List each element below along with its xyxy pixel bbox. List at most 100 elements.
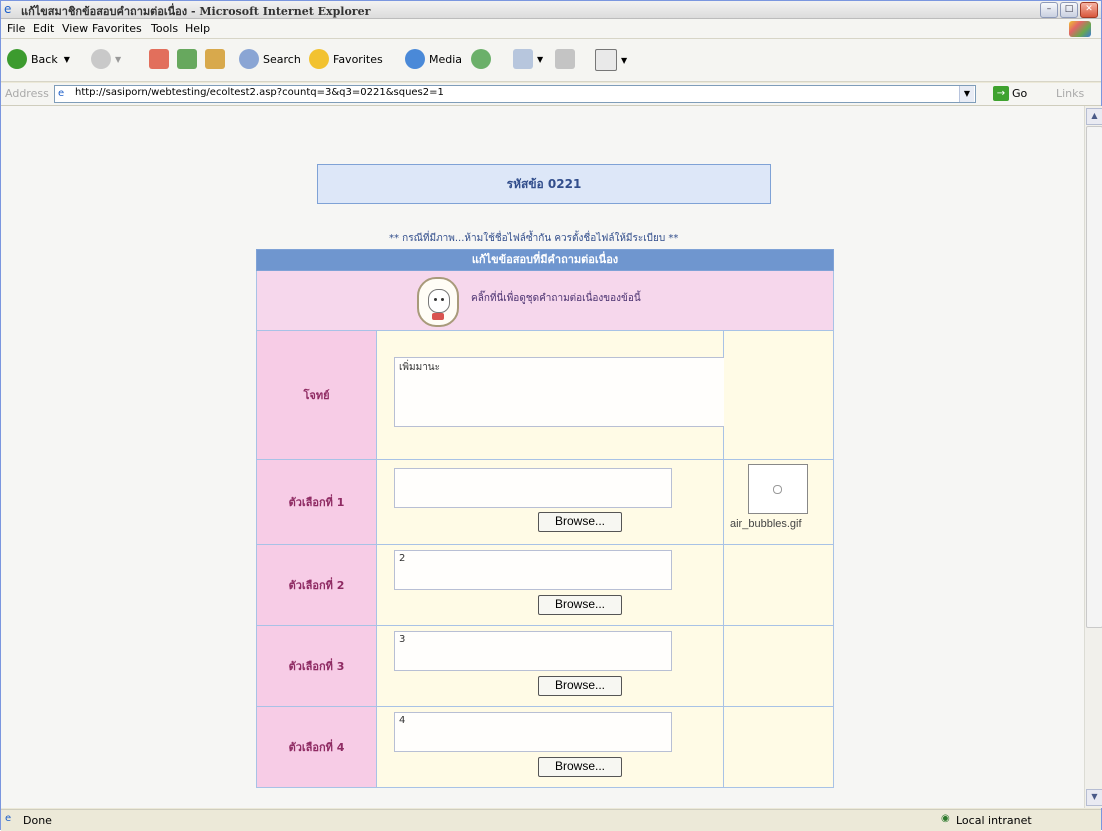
filename-note: ** กรณีที่มีภาพ...ห้ามใช้ชื่อไฟล์ซ้ำกัน … [389, 233, 679, 244]
standard-toolbar: Back ▼ ▼ Search Favorites Media ▼ ▼ [1, 39, 1101, 82]
mail-icon [513, 49, 533, 69]
status-text: Done [23, 814, 52, 827]
mail-dropdown-icon[interactable]: ▼ [537, 55, 543, 64]
choice-4-cell: 4 Browse... [377, 707, 724, 787]
zone-text: Local intranet [956, 814, 1032, 827]
refresh-button[interactable] [177, 49, 201, 69]
back-dropdown-icon[interactable]: ▼ [64, 55, 70, 64]
home-button[interactable] [205, 49, 229, 69]
window-controls: – □ ✕ [1040, 2, 1098, 18]
bubble-icon [773, 485, 782, 494]
media-button[interactable]: Media [405, 49, 462, 69]
scroll-down-icon[interactable]: ▼ [1086, 789, 1102, 806]
back-label: Back [31, 52, 58, 66]
print-button[interactable] [555, 49, 579, 69]
address-bar: Address e http://sasiporn/webtesting/eco… [1, 83, 1101, 106]
back-arrow-icon [7, 49, 27, 69]
forward-arrow-icon [91, 49, 111, 69]
forward-button[interactable]: ▼ [91, 49, 121, 69]
image-thumbnail [748, 464, 808, 514]
sheep-eye-left [434, 298, 437, 301]
choice-4-label: ตัวเลือกที่ 4 [257, 707, 377, 787]
scroll-up-icon[interactable]: ▲ [1086, 108, 1102, 125]
choice-4-image-cell [724, 707, 833, 787]
mail-button[interactable]: ▼ [513, 49, 543, 69]
choice-2-image-cell [724, 545, 833, 625]
search-icon [239, 49, 259, 69]
go-label: Go [1012, 87, 1028, 100]
search-button[interactable]: Search [239, 49, 301, 69]
scroll-thumb[interactable] [1086, 126, 1102, 628]
choice-row-1: ตัวเลือกที่ 1 Browse... air_bubbles.gif [256, 460, 834, 545]
menu-view[interactable]: View [62, 22, 88, 35]
address-label: Address [5, 87, 49, 100]
word-button[interactable]: ▼ [595, 49, 627, 71]
minimize-button[interactable]: – [1040, 2, 1058, 18]
title-bar: e แก้ไขสมาชิกข้อสอบคำถามต่อเนื่อง - Micr… [1, 1, 1101, 19]
menu-edit[interactable]: Edit [33, 22, 54, 35]
word-dropdown-icon[interactable]: ▼ [621, 56, 627, 65]
media-label: Media [429, 52, 463, 66]
choice-1-image-cell: air_bubbles.gif [724, 460, 833, 544]
close-button[interactable]: ✕ [1080, 2, 1098, 18]
stop-button[interactable] [149, 49, 173, 69]
favorites-star-icon [309, 49, 329, 69]
links-button[interactable]: Links [1056, 87, 1084, 100]
stop-icon [149, 49, 169, 69]
window-title: แก้ไขสมาชิกข้อสอบคำถามต่อเนื่อง - Micros… [21, 5, 371, 18]
choice-4-browse-button[interactable]: Browse... [538, 757, 622, 777]
question-code-title: รหัสข้อ 0221 [506, 177, 582, 191]
choice-1-textarea[interactable] [394, 468, 672, 508]
forward-dropdown-icon[interactable]: ▼ [115, 55, 121, 64]
favorites-button[interactable]: Favorites [309, 49, 383, 69]
menu-tools[interactable]: Tools [151, 22, 178, 35]
form-header: แก้ไขข้อสอบที่มีคำถามต่อเนื่อง [256, 249, 834, 271]
intranet-zone-icon: ◉ [941, 813, 950, 824]
choice-4-textarea[interactable]: 4 [394, 712, 672, 752]
choice-3-label: ตัวเลือกที่ 3 [257, 626, 377, 706]
menu-file[interactable]: File [7, 22, 25, 35]
choice-2-textarea[interactable]: 2 [394, 550, 672, 590]
choice-row-4: ตัวเลือกที่ 4 4 Browse... [256, 707, 834, 788]
question-cell: เพิ่มมานะ [377, 331, 735, 459]
menu-help[interactable]: Help [185, 22, 210, 35]
favorites-label: Favorites [333, 52, 383, 66]
view-continuous-questions-link[interactable]: คลิ๊กที่นี่เพื่อดูชุดคำถามต่อเนื่องของข้… [471, 291, 641, 306]
back-button[interactable]: Back ▼ [7, 49, 70, 69]
question-code-box: รหัสข้อ 0221 [317, 164, 771, 204]
edit-question-form: แก้ไขข้อสอบที่มีคำถามต่อเนื่อง คลิ๊กที่น… [256, 249, 834, 788]
question-textarea[interactable]: เพิ่มมานะ [394, 357, 735, 427]
choice-row-3: ตัวเลือกที่ 3 3 Browse... [256, 626, 834, 707]
menu-bar: File Edit View Favorites Tools Help [1, 19, 1101, 39]
vertical-scrollbar[interactable]: ▲ ▼ [1084, 106, 1102, 808]
choice-3-textarea[interactable]: 3 [394, 631, 672, 671]
address-url: http://sasiporn/webtesting/ecoltest2.asp… [75, 87, 444, 98]
go-arrow-icon: → [993, 86, 1009, 101]
browser-window: e แก้ไขสมาชิกข้อสอบคำถามต่อเนื่อง - Micr… [0, 0, 1102, 831]
choice-1-browse-button[interactable]: Browse... [538, 512, 622, 532]
choice-1-label: ตัวเลือกที่ 1 [257, 460, 377, 544]
image-filename: air_bubbles.gif [730, 518, 802, 530]
sheep-mascot-icon[interactable] [417, 277, 459, 327]
choice-2-browse-button[interactable]: Browse... [538, 595, 622, 615]
choice-3-browse-button[interactable]: Browse... [538, 676, 622, 696]
status-bar: e Done ◉ Local intranet [1, 809, 1101, 831]
sheep-eye-right [441, 298, 444, 301]
sheep-bow [432, 313, 444, 320]
menu-favorites[interactable]: Favorites [92, 22, 142, 35]
go-button[interactable]: → Go [993, 86, 1027, 101]
media-icon [405, 49, 425, 69]
address-dropdown-icon[interactable]: ▼ [959, 86, 974, 102]
page-content: รหัสข้อ 0221 ** กรณีที่มีภาพ...ห้ามใช้ชื… [1, 106, 1084, 808]
maximize-button[interactable]: □ [1060, 2, 1078, 18]
done-page-icon: e [5, 813, 12, 824]
choice-3-image-cell [724, 626, 833, 706]
choice-2-cell: 2 Browse... [377, 545, 724, 625]
page-icon: e [58, 88, 65, 99]
word-document-icon [595, 49, 617, 71]
address-input[interactable]: e http://sasiporn/webtesting/ecoltest2.a… [54, 85, 976, 103]
search-label: Search [263, 52, 301, 66]
history-button[interactable] [471, 49, 495, 69]
choice-3-cell: 3 Browse... [377, 626, 724, 706]
question-row: โจทย์ เพิ่มมานะ [256, 331, 834, 460]
